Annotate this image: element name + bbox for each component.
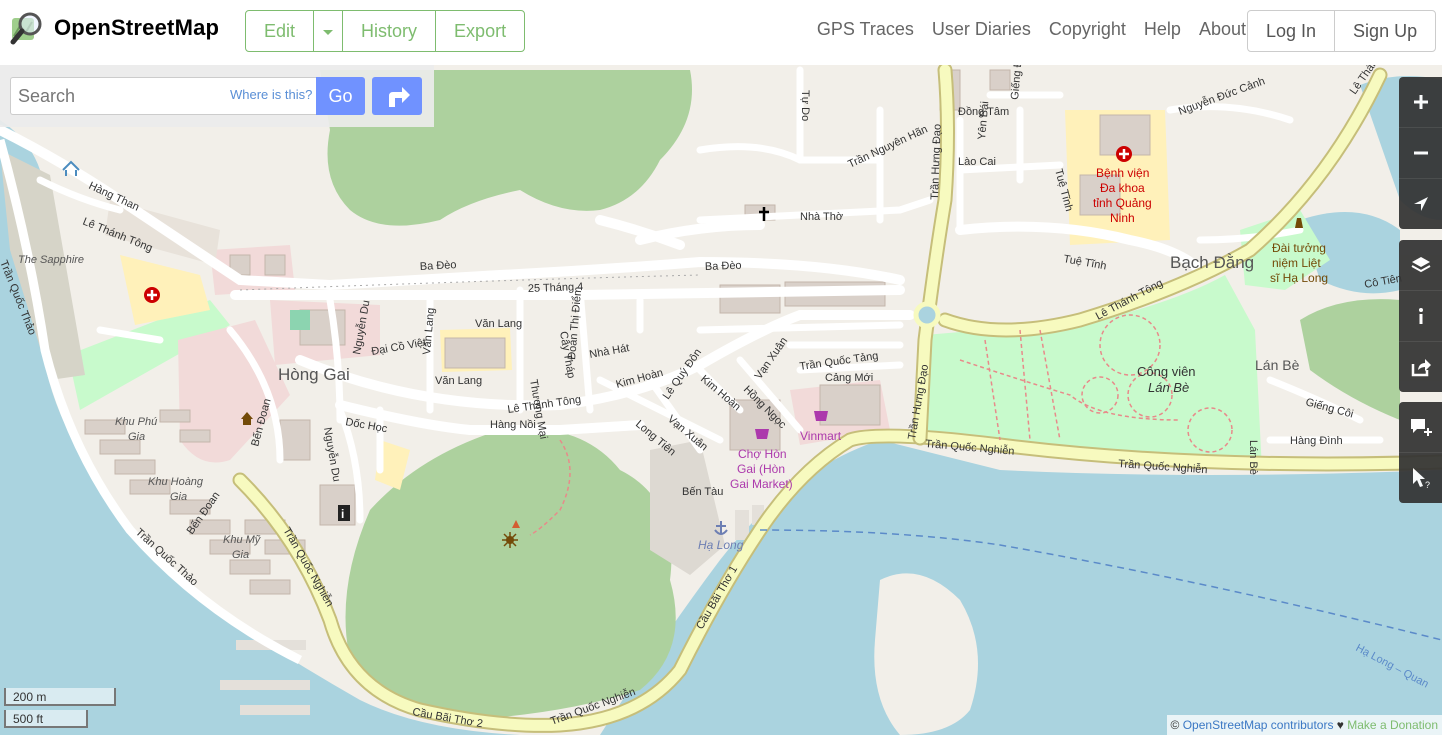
directions-icon (389, 87, 410, 107)
edit-button[interactable]: Edit (246, 11, 315, 51)
label-hong-gai: Hòng Gai (278, 365, 350, 384)
scale-metric: 200 m (4, 688, 116, 706)
label-nha-tho: Nhà Thờ (800, 211, 843, 223)
label-khu-my-gia-1: Khu Mỹ (223, 534, 262, 546)
label-cang-moi: Cảng Mới (825, 372, 873, 384)
label-cho-hon-gai-2: Gai (Hòn (737, 462, 785, 476)
label-le-be: Lán Bè (1247, 440, 1259, 475)
label-van-lang-2: Văn Lang (475, 318, 522, 330)
viewpoint-icon (502, 532, 518, 548)
label-cong-vien-2: Lán Bè (1148, 380, 1189, 395)
go-button[interactable]: Go (316, 77, 365, 115)
osm-magnifier-logo-icon (10, 12, 42, 45)
donate-link[interactable]: Make a Donation (1347, 718, 1438, 732)
share-icon (1411, 359, 1431, 377)
label-khu-my-gia-2: Gia (232, 549, 249, 561)
scale-imperial: 500 ft (4, 710, 88, 728)
label-khu-phu-gia-2: Gia (128, 431, 145, 443)
label-ha-long: Hạ Long (698, 538, 744, 552)
export-button[interactable]: Export (436, 11, 524, 51)
label-ba-deo-1: Ba Đèo (420, 259, 457, 273)
nav-help[interactable]: Help (1144, 19, 1181, 40)
note-query-controls: ? (1399, 402, 1442, 503)
locate-button[interactable] (1399, 179, 1442, 229)
map-canvas[interactable]: i Hàng Than Lê Thánh Tông Ba Đèo Ba Đèo … (0, 65, 1442, 735)
label-lao-cai: Lào Cai (958, 156, 996, 168)
label-hang-dinh: Hàng Đình (1290, 435, 1343, 447)
label-benh-vien-2: Đa khoa (1100, 181, 1145, 195)
nav-copyright[interactable]: Copyright (1049, 19, 1126, 40)
nav-about[interactable]: About (1199, 19, 1246, 40)
label-khu-phu-gia-1: Khu Phú (115, 416, 157, 428)
attribution: © OpenStreetMap contributors ♥ Make a Do… (1166, 715, 1442, 735)
label-dai-tuong-niem-2: niệm Liệt (1272, 256, 1321, 270)
label-benh-vien-3: tỉnh Quảng (1093, 196, 1152, 210)
directions-button[interactable] (372, 77, 422, 115)
label-ben-tau: Bến Tàu (682, 486, 723, 498)
zoom-out-icon (1413, 151, 1428, 155)
info-icon: i (338, 505, 350, 521)
label-cong-vien-1: Công viên (1137, 364, 1196, 379)
label-khu-hoang-gia-1: Khu Hoàng (148, 476, 204, 488)
nav-gps-traces[interactable]: GPS Traces (817, 19, 914, 40)
where-is-this-link[interactable]: Where is this? (230, 87, 312, 102)
label-hang-noi: Hàng Nồi (490, 419, 536, 431)
zoom-in-button[interactable] (1399, 77, 1442, 128)
site-logo[interactable]: OpenStreetMap (10, 10, 219, 46)
playground-icon (290, 310, 310, 330)
add-note-button[interactable] (1399, 402, 1442, 453)
search-panel: Search Where is this? Go (0, 65, 434, 127)
hospital-icon-west (144, 287, 160, 303)
locate-icon (1413, 197, 1428, 211)
heart-separator: ♥ (1333, 718, 1348, 732)
label-the-sapphire: The Sapphire (18, 254, 84, 266)
svg-text:?: ? (1425, 480, 1430, 490)
map-key-button[interactable] (1399, 291, 1442, 342)
label-benh-vien-4: Ninh (1110, 211, 1135, 225)
layers-button[interactable] (1399, 240, 1442, 291)
copyright-symbol: © (1170, 718, 1183, 732)
top-header: OpenStreetMap Edit History Export GPS Tr… (0, 0, 1442, 65)
query-features-icon: ? (1412, 468, 1430, 490)
label-cho-hon-gai-3: Gai Market) (730, 477, 793, 491)
zoom-out-button[interactable] (1399, 128, 1442, 179)
label-lan-be: Lán Bè (1255, 357, 1300, 373)
add-note-icon (1410, 419, 1432, 436)
share-button[interactable] (1399, 342, 1442, 392)
label-bach-dang: Bạch Đằng (1170, 253, 1254, 272)
caret-down-icon (323, 30, 334, 35)
nav-user-diaries[interactable]: User Diaries (932, 19, 1031, 40)
map-panels-controls (1399, 240, 1442, 392)
login-button[interactable]: Log In (1248, 11, 1336, 51)
label-tu-do: Tự Do (799, 90, 811, 121)
label-ba-deo-2: Ba Đèo (705, 260, 742, 273)
auth-button-group: Log In Sign Up (1247, 10, 1437, 52)
label-benh-vien-1: Bệnh viện (1096, 166, 1149, 180)
label-khu-hoang-gia-2: Gia (170, 491, 187, 503)
query-features-button[interactable]: ? (1399, 453, 1442, 503)
zoom-in-icon (1413, 95, 1428, 109)
shop-icon-market (755, 429, 769, 439)
signup-button[interactable]: Sign Up (1335, 11, 1435, 51)
shop-icon-vinmart (814, 411, 828, 421)
label-cho-hon-gai-1: Chợ Hòn (738, 447, 787, 461)
secondary-nav: GPS Traces User Diaries Copyright Help A… (817, 19, 1246, 40)
label-vinmart: Vinmart (800, 429, 842, 443)
info-icon (1418, 308, 1423, 324)
edit-button-group: Edit History Export (245, 10, 526, 52)
label-dai-tuong-niem-1: Đài tưởng (1272, 241, 1326, 255)
roundabout (913, 301, 941, 329)
label-van-lang-3: Văn Lang (435, 375, 482, 387)
hospital-icon-east (1116, 146, 1132, 162)
edit-dropdown-button[interactable] (314, 11, 344, 51)
layers-icon (1411, 257, 1430, 273)
zoom-controls (1399, 77, 1442, 229)
svg-text:i: i (341, 507, 344, 521)
osm-contributors-link[interactable]: OpenStreetMap contributors (1183, 718, 1334, 732)
history-button[interactable]: History (343, 11, 437, 51)
label-dai-tuong-niem-3: sĩ Hạ Long (1270, 271, 1328, 285)
brand-name[interactable]: OpenStreetMap (54, 15, 219, 41)
